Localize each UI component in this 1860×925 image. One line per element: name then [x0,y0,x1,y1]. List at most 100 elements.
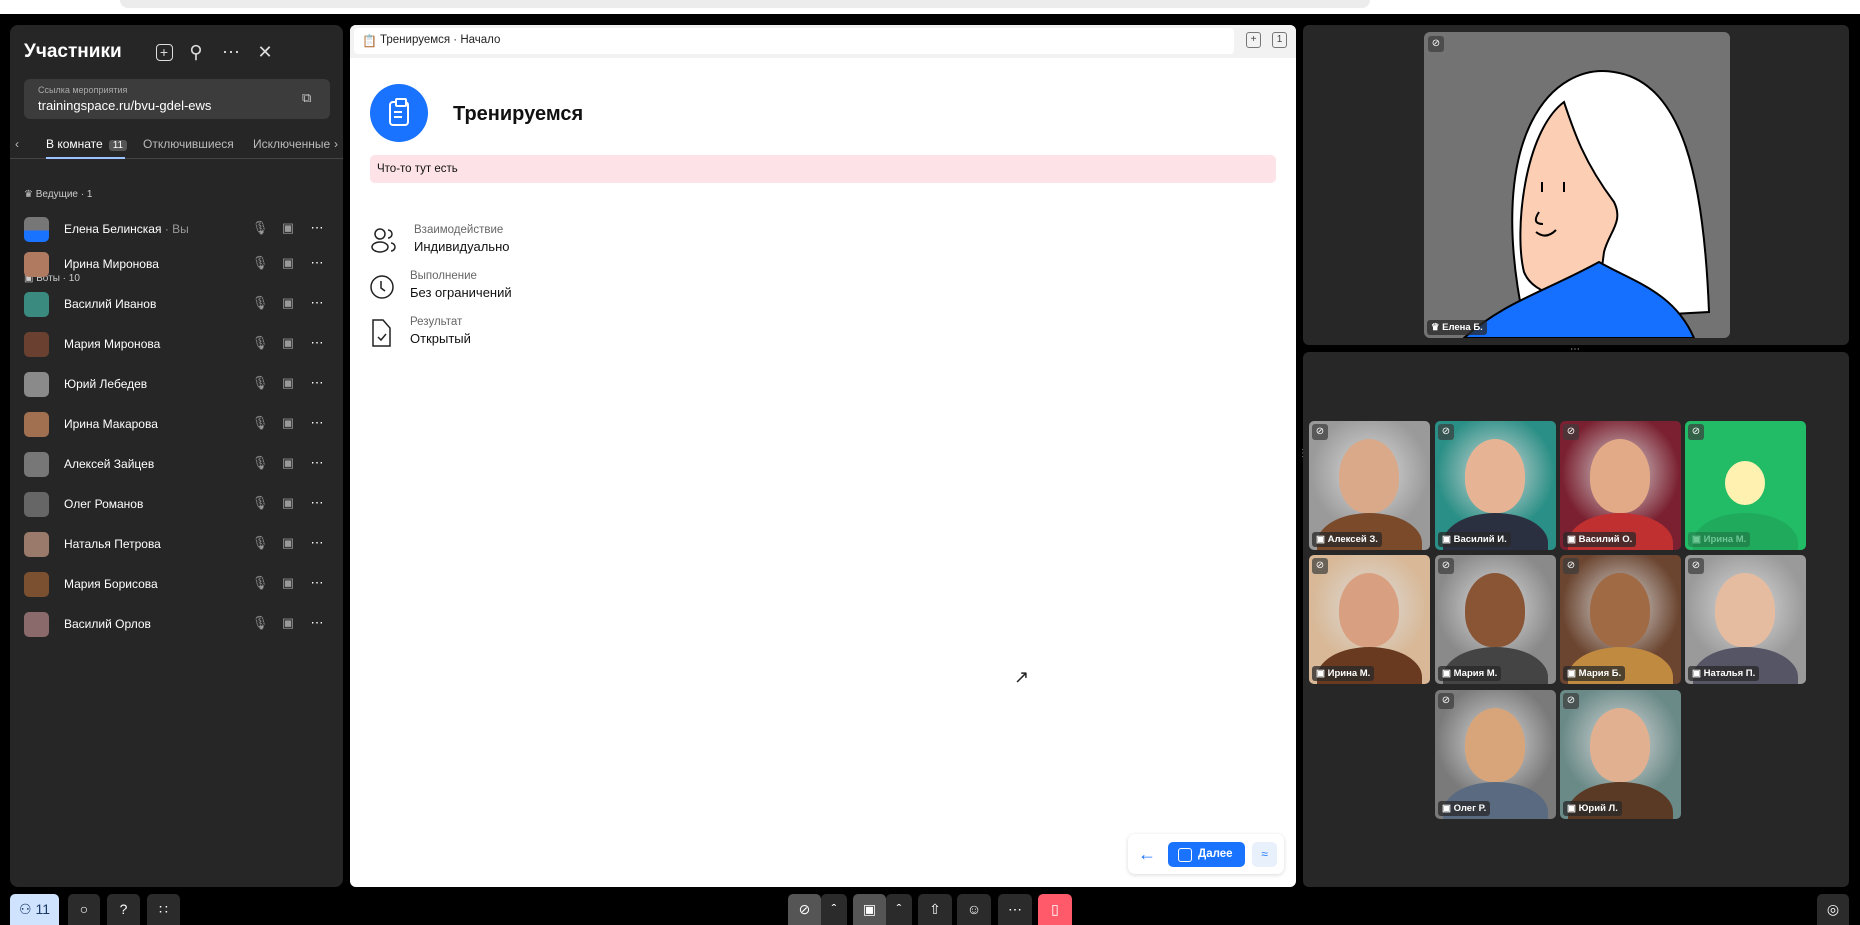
participant-row[interactable]: Василий Орлов🎙▣⋯ [10,609,343,639]
tabs-scroll-left-icon[interactable]: ‹ [15,137,19,151]
close-icon[interactable]: ✕ [252,39,278,65]
video-tile[interactable]: ⊘▣ Олег Р. [1435,690,1556,819]
clock-icon [370,272,396,302]
camera-options-button[interactable]: ˆ [886,894,912,925]
mic-off-icon[interactable]: 🎙 [251,375,269,393]
video-tile[interactable]: ⊘▣ Мария М. [1435,555,1556,684]
participant-row[interactable]: Мария Борисова🎙▣⋯ [10,569,343,599]
mic-off-icon[interactable]: 🎙 [251,335,269,353]
more-icon[interactable]: ⋯ [308,415,326,433]
more-icon[interactable]: ⋯ [308,295,326,313]
more-icon[interactable]: ⋯ [308,255,326,273]
video-tile[interactable]: ⊘▣ Мария Б. [1560,555,1681,684]
event-link-value[interactable]: trainingspace.ru/bvu-gdel-ews [38,98,211,113]
search-icon[interactable]: ⚲ [183,39,209,65]
mic-toggle-button[interactable]: ⊘ [788,894,821,925]
host-tile-name: Елена Б. [1442,322,1483,333]
apps-button[interactable]: ∷ [147,894,180,925]
camera-off-icon[interactable]: ▣ [279,375,297,393]
mic-off-icon[interactable]: 🎙 [251,455,269,473]
more-icon[interactable]: ⋯ [308,495,326,513]
participant-row[interactable]: Юрий Лебедев🎙▣⋯ [10,369,343,399]
leave-button[interactable]: ▯ [1038,894,1072,925]
camera-off-icon[interactable]: ▣ [279,495,297,513]
camera-off-icon[interactable]: ▣ [279,615,297,633]
tab-excluded[interactable]: Исключенные [253,137,335,151]
video-tile[interactable]: ⊘▣ Ирина М. [1309,555,1430,684]
video-tile[interactable]: ⊘▣ Алексей З. [1309,421,1430,550]
avatar [24,292,49,317]
tab-disconnected[interactable]: Отключившиеся [143,137,234,151]
mic-options-button[interactable]: ˆ [821,894,847,925]
video-tile[interactable]: ⊘▣ Ирина М. [1685,421,1806,550]
mic-off-icon[interactable]: 🎙 [251,415,269,433]
active-tab-indicator [46,157,125,159]
mic-off-icon[interactable]: 🎙 [251,255,269,273]
more-icon[interactable]: ⋯ [308,375,326,393]
host-video-tile[interactable]: ⊘ ♛ Елена Б. [1424,32,1730,338]
participant-name: Ирина Миронова [64,257,159,271]
bot-icon: ▣ [1567,803,1579,814]
mic-off-icon[interactable]: 🎙 [251,535,269,553]
more-icon[interactable]: ⋯ [308,535,326,553]
settings-link-icon[interactable]: ≈ [1252,842,1277,867]
lightbulb-icon [1725,461,1765,505]
participant-row[interactable]: Ирина Макарова🎙▣⋯ [10,409,343,439]
next-button[interactable]: Далее [1168,842,1245,867]
tab-count-badge: 11 [109,140,127,151]
tab-in-room[interactable]: В комнате11 [46,137,127,151]
participant-row[interactable]: Наталья Петрова🎙▣⋯ [10,529,343,559]
address-bar[interactable] [120,0,1370,8]
share-screen-button[interactable]: ⇧ [918,894,952,925]
add-tab-icon[interactable]: + [1246,32,1261,48]
more-icon[interactable]: ⋯ [308,615,326,633]
camera-off-icon[interactable]: ▣ [279,415,297,433]
video-tile[interactable]: ⊘▣ Юрий Л. [1560,690,1681,819]
tab-counter[interactable]: 1 [1272,32,1287,48]
participant-row-host[interactable]: Елена Белинская · Вы 🎙 ▣ ⋯ [10,214,343,244]
more-icon[interactable]: ⋯ [308,335,326,353]
vertical-resize-handle[interactable]: ⋮ [1298,448,1301,466]
camera-off-icon[interactable]: ▣ [279,220,297,238]
camera-off-icon[interactable]: ▣ [279,335,297,353]
participant-row[interactable]: Олег Романов🎙▣⋯ [10,489,343,519]
avatar [24,572,49,597]
chat-button[interactable]: ○ [68,894,100,925]
participant-row[interactable]: Алексей Зайцев🎙▣⋯ [10,449,343,479]
camera-off-icon[interactable]: ▣ [279,455,297,473]
mic-off-icon: ⊘ [1563,424,1579,440]
camera-off-icon[interactable]: ▣ [279,535,297,553]
mic-off-icon[interactable]: 🎙 [251,495,269,513]
camera-toggle-button[interactable]: ▣ [853,894,886,925]
help-button[interactable]: ? [107,894,140,925]
activity-panel: 📋 Тренируемся · Начало + 1 Тренируемся Ч… [350,25,1296,887]
participant-row[interactable]: Ирина Миронова 🎙 ▣ ⋯ [10,249,343,279]
mic-off-icon[interactable]: 🎙 [251,615,269,633]
more-icon[interactable]: ⋯ [218,39,244,65]
reactions-button[interactable]: ☺ [957,894,991,925]
participants-button[interactable]: ⚇ 11 [10,894,59,925]
camera-off-icon[interactable]: ▣ [279,295,297,313]
mic-off-icon: ⊘ [1563,693,1579,709]
copy-icon[interactable]: ⧉ [302,90,318,106]
mic-off-icon[interactable]: 🎙 [251,575,269,593]
tabs-scroll-right-icon[interactable]: › [334,137,338,151]
more-icon[interactable]: ⋯ [308,220,326,238]
camera-off-icon[interactable]: ▣ [279,575,297,593]
avatar [24,452,49,477]
more-icon[interactable]: ⋯ [308,575,326,593]
settings-button[interactable]: ◎ [1817,894,1849,925]
more-button[interactable]: ⋯ [998,894,1032,925]
add-participant-icon[interactable]: + [151,39,177,65]
participant-row[interactable]: Василий Иванов🎙▣⋯ [10,289,343,319]
mic-off-icon[interactable]: 🎙 [251,220,269,238]
activity-tab[interactable]: 📋 Тренируемся · Начало [354,28,1234,54]
video-tile[interactable]: ⊘▣ Наталья П. [1685,555,1806,684]
mic-off-icon[interactable]: 🎙 [251,295,269,313]
back-arrow-icon[interactable]: ← [1138,844,1156,865]
video-tile[interactable]: ⊘▣ Василий И. [1435,421,1556,550]
camera-off-icon[interactable]: ▣ [279,255,297,273]
participant-row[interactable]: Мария Миронова🎙▣⋯ [10,329,343,359]
video-tile[interactable]: ⊘▣ Василий О. [1560,421,1681,550]
more-icon[interactable]: ⋯ [308,455,326,473]
